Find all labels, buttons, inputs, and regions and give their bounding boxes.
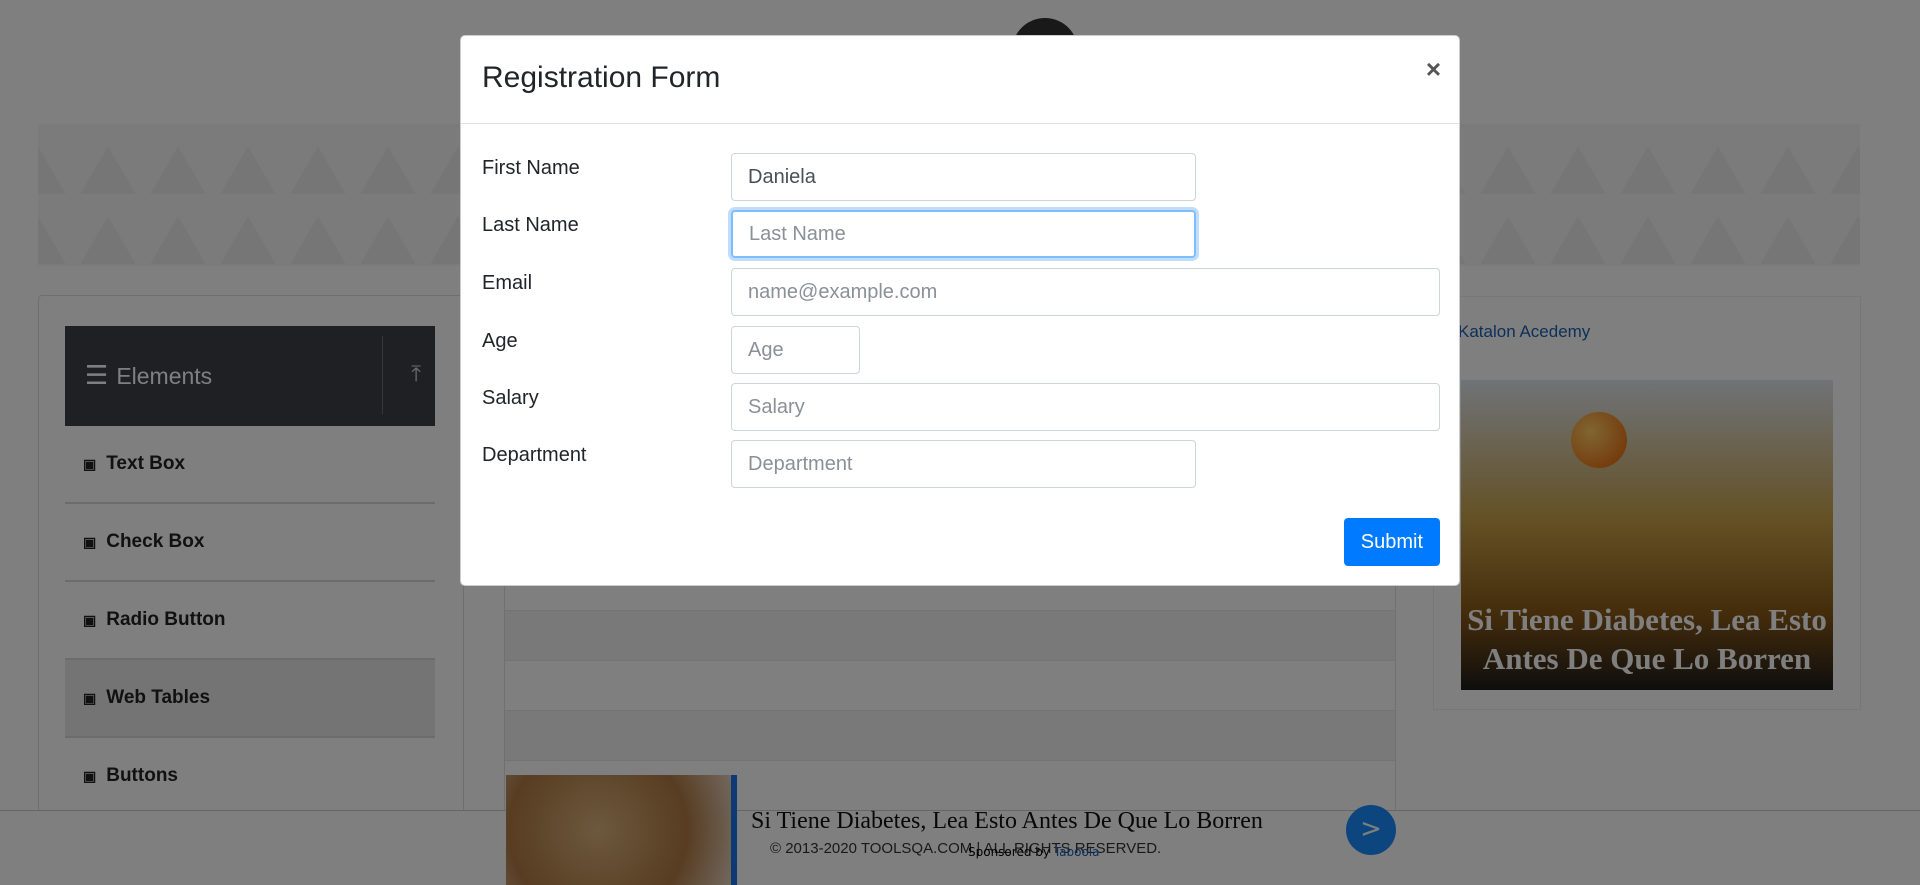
last-name-row: Last Name bbox=[482, 210, 1440, 258]
salary-label: Salary bbox=[482, 387, 539, 409]
age-row: Age bbox=[482, 326, 1440, 374]
department-input[interactable] bbox=[731, 440, 1196, 488]
department-row: Department bbox=[482, 440, 1440, 488]
submit-button[interactable]: Submit bbox=[1343, 518, 1440, 566]
first-name-row: First Name bbox=[482, 153, 1440, 201]
last-name-label: Last Name bbox=[482, 214, 579, 236]
modal-title: Registration Form bbox=[482, 61, 721, 94]
first-name-input[interactable] bbox=[731, 153, 1196, 201]
department-label: Department bbox=[482, 444, 587, 466]
email-row: Email bbox=[482, 268, 1440, 316]
first-name-label: First Name bbox=[482, 157, 580, 179]
registration-modal: Registration Form × First Name Last Name… bbox=[460, 35, 1460, 586]
email-input[interactable] bbox=[731, 268, 1440, 316]
salary-input[interactable] bbox=[731, 383, 1440, 431]
last-name-input[interactable] bbox=[731, 210, 1196, 258]
salary-row: Salary bbox=[482, 383, 1440, 431]
email-label: Email bbox=[482, 272, 533, 294]
close-button[interactable]: × bbox=[1426, 54, 1441, 85]
modal-header: Registration Form × bbox=[461, 36, 1459, 124]
age-input[interactable] bbox=[731, 326, 860, 374]
age-label: Age bbox=[482, 330, 518, 352]
